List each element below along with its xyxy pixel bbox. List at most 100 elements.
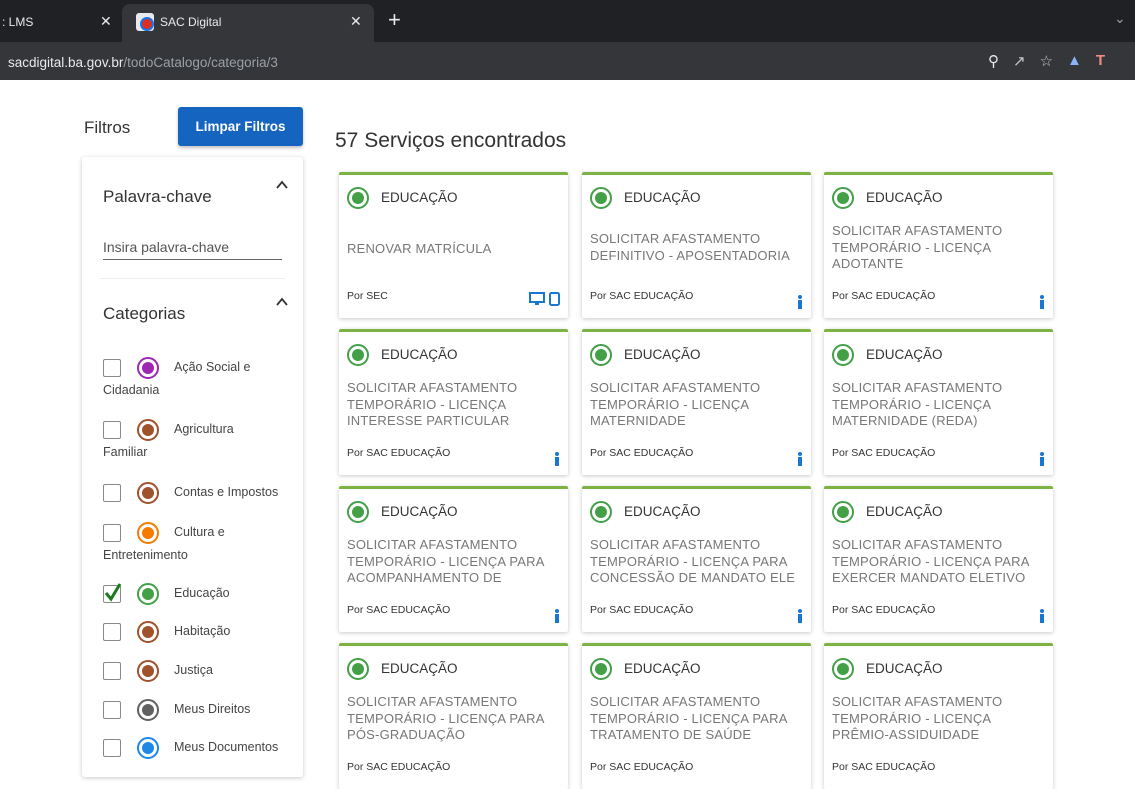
category-checkbox[interactable]	[103, 484, 121, 502]
family-icon	[137, 621, 159, 643]
chevron-up-icon[interactable]	[275, 295, 289, 309]
graduation-cap-icon	[590, 187, 612, 209]
card-organization: Por SAC EDUCAÇÃO	[832, 761, 936, 773]
tab-lms[interactable]: : LMS ✕	[0, 4, 120, 42]
key-icon[interactable]: ⚲	[988, 52, 999, 70]
extension-icon[interactable]: ▲	[1067, 52, 1082, 70]
url-text[interactable]: sacdigital.ba.gov.br/todoCatalogo/catego…	[8, 55, 278, 70]
graduation-cap-icon	[590, 658, 612, 680]
service-card[interactable]: EDUCAÇÃO SOLICITAR AFASTAMENTO TEMPORÁRI…	[824, 643, 1053, 789]
card-category: EDUCAÇÃO	[866, 504, 943, 519]
share-icon[interactable]: ↗	[1013, 52, 1026, 70]
card-category: EDUCAÇÃO	[624, 504, 701, 519]
card-organization: Por SAC EDUCAÇÃO	[347, 761, 451, 773]
category-checkbox[interactable]	[103, 662, 121, 680]
categories-section-title: Categorias	[103, 304, 186, 323]
category-checkbox[interactable]	[103, 524, 121, 542]
bookmark-star-icon[interactable]: ☆	[1040, 52, 1053, 70]
card-organization: Por SEC	[347, 290, 388, 302]
card-category: EDUCAÇÃO	[624, 661, 701, 676]
category-checkbox[interactable]	[103, 421, 121, 439]
tab-sac-digital[interactable]: SAC Digital ✕	[122, 4, 374, 42]
card-organization: Por SAC EDUCAÇÃO	[832, 290, 936, 302]
service-card[interactable]: EDUCAÇÃO SOLICITAR AFASTAMENTO TEMPORÁRI…	[582, 486, 811, 632]
card-title: SOLICITAR AFASTAMENTO TEMPORÁRIO - LICEN…	[832, 380, 1003, 428]
in-person-icon	[1040, 609, 1044, 623]
in-person-icon	[1040, 295, 1044, 309]
card-title: SOLICITAR AFASTAMENTO TEMPORÁRIO - LICEN…	[347, 380, 518, 428]
online-devices-icon	[529, 292, 560, 306]
checkmark-icon	[104, 583, 122, 602]
profile-icon[interactable]: T	[1096, 52, 1105, 70]
card-organization: Por SAC EDUCAÇÃO	[347, 604, 451, 616]
card-category: EDUCAÇÃO	[624, 190, 701, 205]
address-bar[interactable]: sacdigital.ba.gov.br/todoCatalogo/catego…	[0, 42, 1135, 80]
card-category: EDUCAÇÃO	[381, 504, 458, 519]
service-card[interactable]: EDUCAÇÃO SOLICITAR AFASTAMENTO DEFINITIV…	[582, 172, 811, 318]
family-icon	[137, 660, 159, 682]
category-label: Contas e Impostos	[174, 485, 279, 499]
category-label: Habitação	[174, 624, 231, 638]
graduation-cap-icon	[347, 658, 369, 680]
culture-icon	[137, 522, 159, 544]
results-count-title: 57 Serviços encontrados	[335, 129, 567, 152]
service-card[interactable]: EDUCAÇÃO SOLICITAR AFASTAMENTO TEMPORÁRI…	[824, 486, 1053, 632]
family-icon	[137, 419, 159, 441]
category-label: Entretenimento	[103, 548, 188, 562]
service-card[interactable]: EDUCAÇÃO SOLICITAR AFASTAMENTO TEMPORÁRI…	[339, 486, 568, 632]
category-label: Educação	[174, 586, 230, 600]
category-checkbox-checked[interactable]	[103, 583, 122, 603]
service-card[interactable]: EDUCAÇÃO SOLICITAR AFASTAMENTO TEMPORÁRI…	[582, 329, 811, 475]
category-label: Meus Direitos	[174, 702, 251, 716]
graduation-cap-icon	[832, 658, 854, 680]
category-checkbox[interactable]	[103, 701, 121, 719]
card-category: EDUCAÇÃO	[381, 347, 458, 362]
category-label: Familiar	[103, 445, 148, 459]
in-person-icon	[555, 609, 559, 623]
document-icon	[137, 737, 159, 759]
in-person-icon	[798, 609, 802, 623]
graduation-cap-icon	[347, 344, 369, 366]
service-card[interactable]: EDUCAÇÃO SOLICITAR AFASTAMENTO TEMPORÁRI…	[824, 172, 1053, 318]
filters-label: Filtros	[84, 118, 131, 137]
category-checkbox[interactable]	[103, 359, 121, 377]
card-title: SOLICITAR AFASTAMENTO TEMPORÁRIO - LICEN…	[347, 694, 544, 742]
card-organization: Por SAC EDUCAÇÃO	[590, 447, 694, 459]
keyword-input[interactable]	[103, 234, 282, 260]
card-title: SOLICITAR AFASTAMENTO TEMPORÁRIO - LICEN…	[832, 537, 1029, 585]
close-tab-icon[interactable]: ✕	[350, 13, 362, 30]
card-organization: Por SAC EDUCAÇÃO	[590, 604, 694, 616]
card-title: RENOVAR MATRÍCULA	[347, 241, 492, 256]
card-category: EDUCAÇÃO	[381, 190, 458, 205]
card-organization: Por SAC EDUCAÇÃO	[347, 447, 451, 459]
category-checkbox[interactable]	[103, 623, 121, 641]
card-category: EDUCAÇÃO	[624, 347, 701, 362]
service-card[interactable]: EDUCAÇÃO RENOVAR MATRÍCULA Por SEC	[339, 172, 568, 318]
card-category: EDUCAÇÃO	[866, 661, 943, 676]
chevron-up-icon[interactable]	[275, 178, 289, 192]
card-title: SOLICITAR AFASTAMENTO TEMPORÁRIO - LICEN…	[832, 223, 1003, 271]
url-host: sacdigital.ba.gov.br	[8, 55, 124, 70]
category-checkbox[interactable]	[103, 739, 121, 757]
clear-filters-button[interactable]: Limpar Filtros	[178, 107, 303, 146]
url-path: /todoCatalogo/categoria/3	[123, 55, 278, 70]
in-person-icon	[798, 452, 802, 466]
tab-search-icon[interactable]: ⌄	[1114, 10, 1126, 27]
graduation-cap-icon	[832, 501, 854, 523]
service-card[interactable]: EDUCAÇÃO SOLICITAR AFASTAMENTO TEMPORÁRI…	[339, 643, 568, 789]
new-tab-icon[interactable]: +	[388, 9, 401, 31]
card-organization: Por SAC EDUCAÇÃO	[832, 604, 936, 616]
close-tab-icon[interactable]: ✕	[100, 13, 112, 30]
card-title: SOLICITAR AFASTAMENTO DEFINITIVO - APOSE…	[590, 231, 790, 263]
service-card[interactable]: EDUCAÇÃO SOLICITAR AFASTAMENTO TEMPORÁRI…	[582, 643, 811, 789]
service-card[interactable]: EDUCAÇÃO SOLICITAR AFASTAMENTO TEMPORÁRI…	[339, 329, 568, 475]
category-label: Cidadania	[103, 383, 160, 397]
category-label: Ação Social e	[174, 360, 251, 374]
tab-title: : LMS	[2, 15, 34, 29]
card-category: EDUCAÇÃO	[866, 190, 943, 205]
browser-tab-bar: : LMS ✕ SAC Digital ✕ + ⌄	[0, 0, 1135, 42]
divider	[100, 278, 285, 279]
card-organization: Por SAC EDUCAÇÃO	[590, 761, 694, 773]
graduation-cap-icon	[832, 187, 854, 209]
service-card[interactable]: EDUCAÇÃO SOLICITAR AFASTAMENTO TEMPORÁRI…	[824, 329, 1053, 475]
